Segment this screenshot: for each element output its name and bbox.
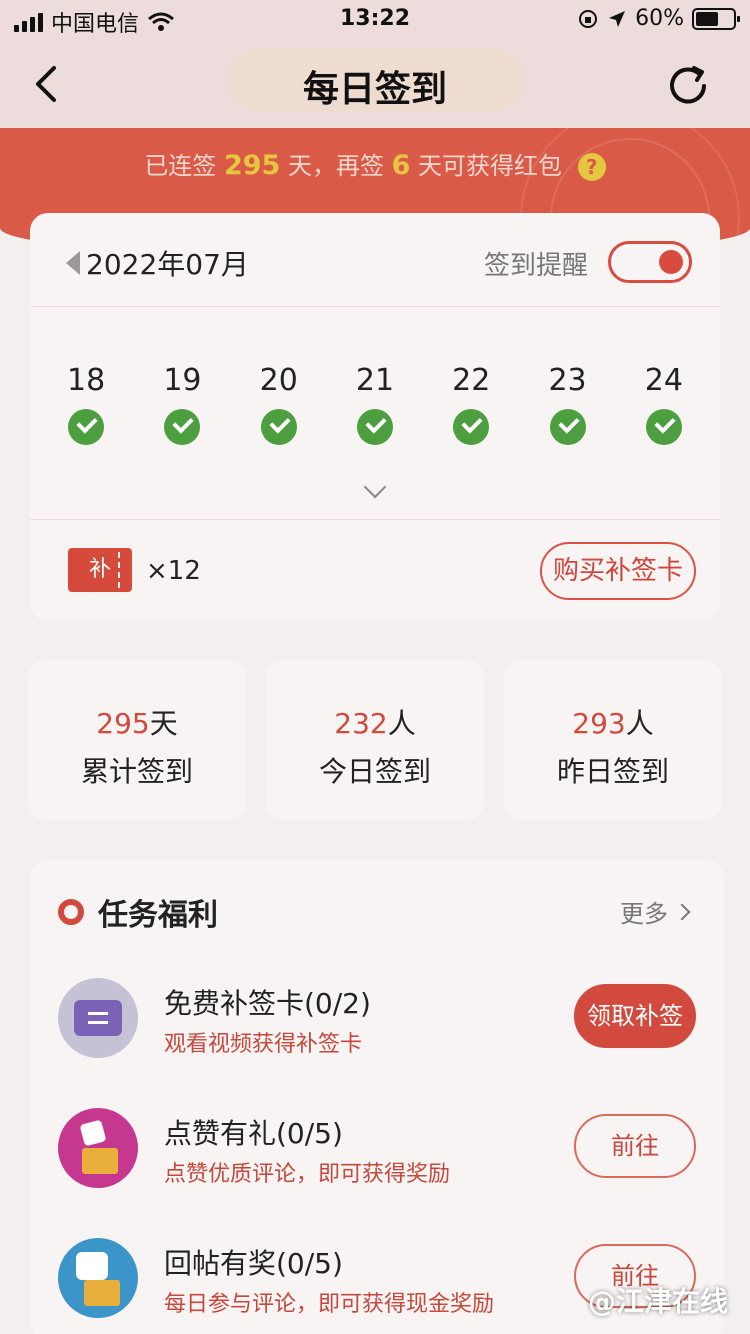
nav-bar: 每日签到 [0,40,750,128]
check-icon [356,409,393,445]
check-icon [453,409,490,445]
makeup-card-icon [58,978,138,1058]
makeup-card-row: 补 ×12 购买补签卡 [30,519,720,621]
day-cell[interactable]: 24 [624,363,704,445]
reply-gift-icon [58,1238,138,1318]
refresh-icon[interactable] [664,62,712,110]
battery-icon [692,7,740,30]
go-like-button[interactable]: 前往 [574,1114,696,1178]
check-icon [260,409,297,445]
stats-row: 295天 累计签到 232人 今日签到 293人 昨日签到 [28,660,722,820]
chevron-down-icon [363,475,387,499]
check-icon [645,409,682,445]
week-days: 18 19 20 21 22 23 24 [30,363,720,445]
reminder-toggle[interactable] [608,241,692,283]
prev-month-icon[interactable] [66,251,80,275]
tasks-card: 任务福利 更多 免费补签卡(0/2) 观看视频获得补签卡 领取补签 点赞有礼(0… [30,860,724,1334]
check-icon [68,409,105,445]
day-cell[interactable]: 19 [142,363,222,445]
day-cell[interactable]: 21 [335,363,415,445]
tasks-title: 任务福利 [98,898,218,933]
day-cell[interactable]: 22 [431,363,511,445]
stat-total: 295天 累计签到 [28,660,246,820]
reminder-label: 签到提醒 [483,251,588,281]
day-cell[interactable]: 20 [239,363,319,445]
day-cell[interactable]: 23 [528,363,608,445]
status-bar: 中国电信 13:22 60% [0,0,750,40]
calendar-header: 2022年07月 签到提醒 [30,213,720,307]
month-selector[interactable]: 2022年07月 [66,243,249,283]
stat-today: 232人 今日签到 [266,660,484,820]
section-dot-icon [58,899,84,925]
rotation-lock-icon [579,9,598,28]
watermark: @江津在线 [587,1285,728,1318]
claim-makeup-button[interactable]: 领取补签 [574,984,696,1048]
more-link[interactable]: 更多 [620,894,691,929]
location-icon [609,10,626,27]
chevron-right-icon [673,903,691,920]
stat-yesterday: 293人 昨日签到 [504,660,722,820]
tasks-header: 任务福利 [58,890,218,934]
streak-days: 295 [223,150,281,181]
makeup-card-count: ×12 [146,556,201,586]
page-title: 每日签到 [302,69,447,110]
status-right: 60% [577,6,740,31]
task-item: 点赞有礼(0/5) 点赞优质评论，即可获得奖励 前往 [30,1094,724,1204]
check-icon [164,409,201,445]
buy-makeup-card-button[interactable]: 购买补签卡 [540,542,696,600]
check-icon [549,409,586,445]
help-icon[interactable]: ? [577,153,606,181]
expand-calendar-button[interactable] [30,475,720,499]
task-item: 免费补签卡(0/2) 观看视频获得补签卡 领取补签 [30,964,724,1074]
battery-percent: 60% [635,6,684,31]
month-label: 2022年07月 [86,248,249,281]
streak-text: 已连签 295 天，再签 6 天可获得红包 ? [0,146,750,181]
remaining-days: 6 [391,150,411,181]
day-cell[interactable]: 18 [46,363,126,445]
like-gift-icon [58,1108,138,1188]
calendar-card: 2022年07月 签到提醒 18 19 20 21 22 23 24 补 ×12… [30,213,720,621]
makeup-ticket-icon: 补 [68,548,132,592]
